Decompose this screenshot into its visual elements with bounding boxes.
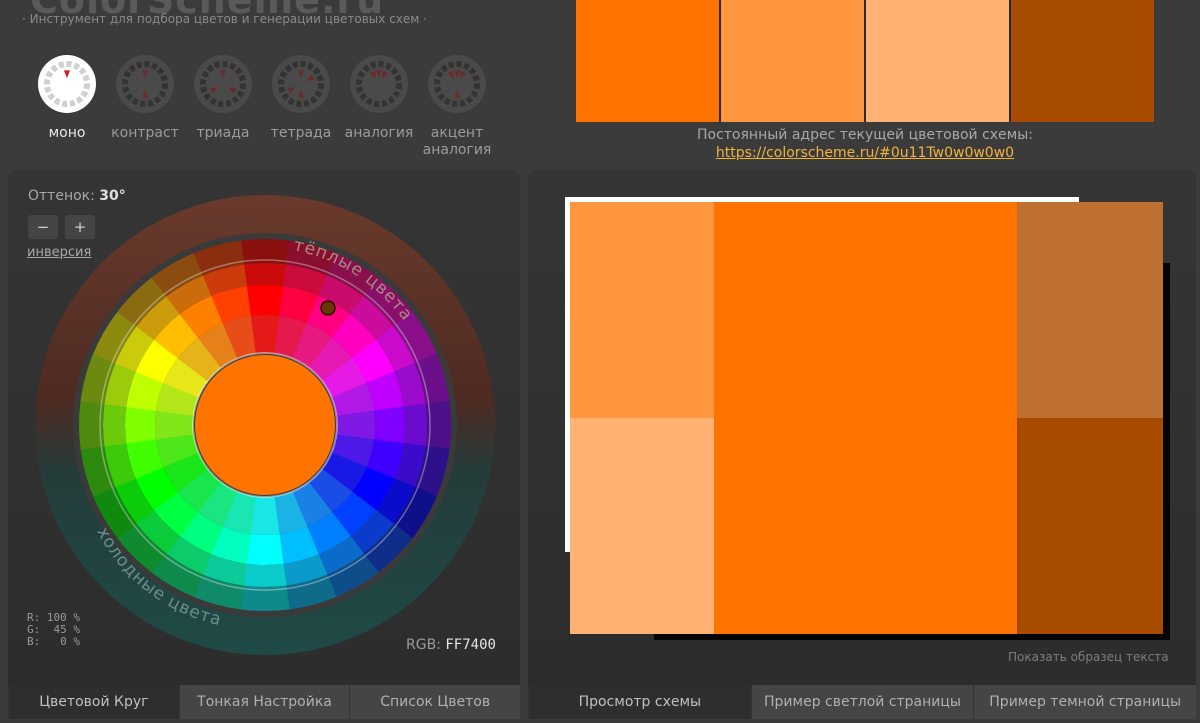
rgb-percentages: R: 100 % G: 45 % B: 0 % (27, 611, 80, 648)
preview-dark-2 (1017, 418, 1163, 634)
accent-analog-mode-icon (428, 55, 486, 113)
scheme-swatch-3[interactable] (866, 0, 1009, 122)
hue-value: 30° (99, 188, 126, 204)
mode-label: аналогия (344, 125, 414, 141)
mode-contrast[interactable]: контраст (106, 55, 184, 159)
hue-readout: Оттенок: 30° (28, 188, 126, 204)
inversion-link[interactable]: инверсия (27, 245, 91, 260)
right-tab-2[interactable]: Пример светлой страницы (750, 685, 974, 719)
triad-mode-icon (194, 55, 252, 113)
hue-handle[interactable] (320, 300, 336, 316)
mode-label: моно (48, 125, 86, 141)
mode-label: акцент аналогия (422, 125, 492, 158)
analog-mode-icon (350, 55, 408, 113)
scheme-preview (570, 202, 1163, 634)
hue-decrease-button[interactable]: − (28, 215, 58, 239)
show-text-sample-link[interactable]: Показать образец текста (1008, 650, 1169, 664)
mode-tetrad[interactable]: тетрада (262, 55, 340, 159)
permalink-link[interactable]: https://colorscheme.ru/#0u11Tw0w0w0w0 (716, 145, 1014, 161)
scheme-swatch-2[interactable] (721, 0, 864, 122)
mode-mono[interactable]: моно (28, 55, 106, 159)
mode-label: тетрада (270, 125, 332, 141)
left-tab-3[interactable]: Список Цветов (349, 685, 521, 719)
contrast-mode-icon (116, 55, 174, 113)
scheme-swatch-4[interactable] (1011, 0, 1154, 122)
mode-label: контраст (111, 125, 179, 141)
selected-color-center (195, 355, 335, 495)
permalink-label: Постоянный адрес текущей цветовой схемы: (696, 127, 1033, 143)
mode-triad[interactable]: триада (184, 55, 262, 159)
rgb-hex-value[interactable]: FF7400 (445, 637, 496, 653)
site-tagline: · Инструмент для подбора цветов и генера… (22, 12, 427, 26)
rgb-hex-label: RGB: (406, 637, 441, 653)
preview-light-2 (570, 418, 714, 634)
mode-label: триада (196, 125, 250, 141)
scheme-swatch-strip (576, 0, 1154, 122)
mono-mode-icon (38, 55, 96, 113)
preview-dark-1 (1017, 202, 1163, 418)
right-panel-tabs: Просмотр схемы Пример светлой страницы При… (528, 685, 1197, 719)
mode-analog[interactable]: аналогия (340, 55, 418, 159)
color-wheel[interactable]: тёплые цвета холодные цвета (35, 195, 495, 655)
rgb-hex-readout: RGB: FF7400 (406, 637, 496, 653)
hue-label: Оттенок: (28, 188, 95, 204)
mode-accent-analog[interactable]: акцент аналогия (418, 55, 496, 159)
hue-increase-button[interactable]: + (65, 215, 95, 239)
right-tab-1[interactable]: Просмотр схемы (528, 685, 751, 719)
scheme-mode-selector: моно контраст триада тетрада аналогия акцент … (28, 55, 496, 159)
left-panel-tabs: Цветовой Круг Тонкая Настройка Список Цвет… (8, 685, 521, 719)
preview-light-1 (570, 202, 714, 418)
right-tab-3[interactable]: Пример темной страницы (973, 685, 1197, 719)
tetrad-mode-icon (272, 55, 330, 113)
scheme-swatch-1[interactable] (576, 0, 719, 122)
left-tab-2[interactable]: Тонкая Настройка (178, 685, 350, 719)
left-tab-1[interactable]: Цветовой Круг (8, 685, 179, 719)
permalink: https://colorscheme.ru/#0u11Tw0w0w0w0 (576, 145, 1154, 161)
preview-main-color (714, 202, 1017, 634)
